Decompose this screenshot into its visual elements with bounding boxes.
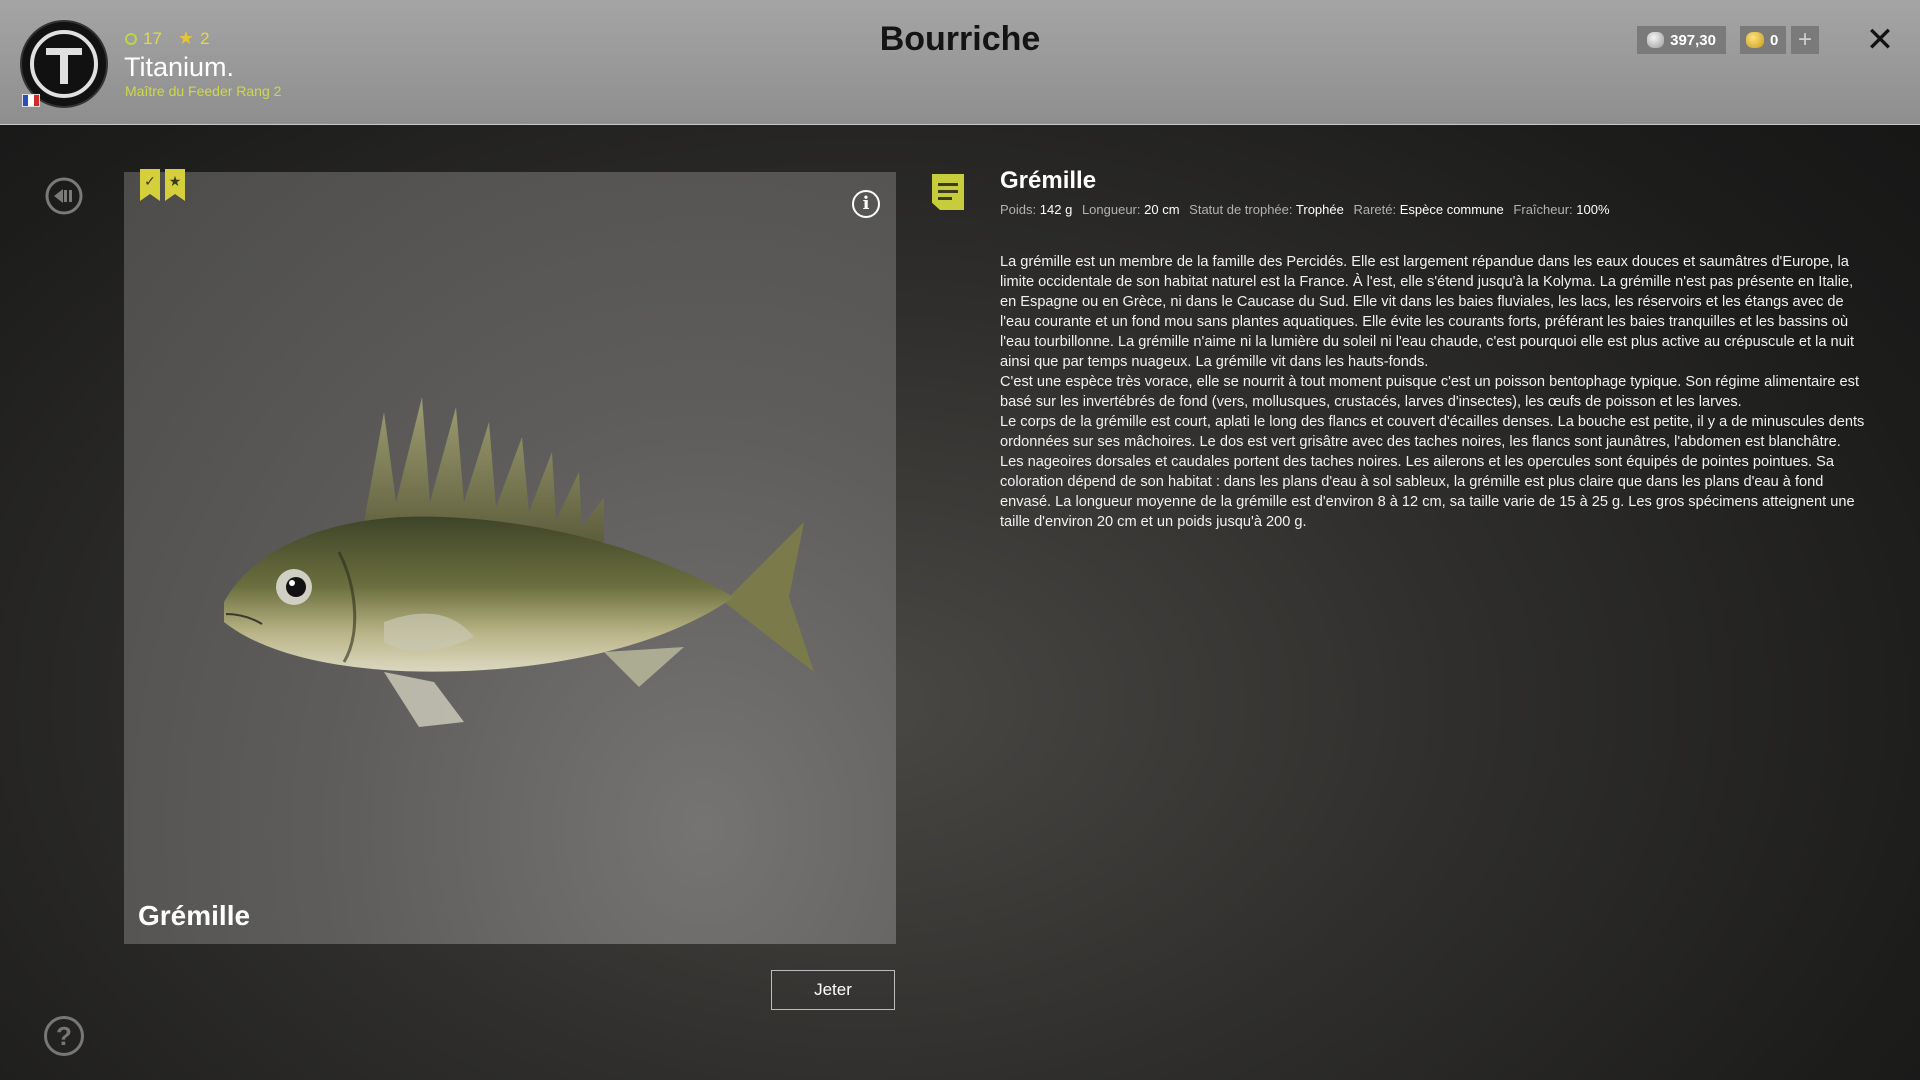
player-stars: 2 [200, 28, 210, 48]
silver-balance: 397,30 [1637, 26, 1726, 54]
meta-trophy-label: Statut de trophée: [1189, 202, 1293, 217]
info-icon[interactable]: i [852, 190, 880, 218]
description-paragraph: Le corps de la grémille est court, aplat… [1000, 414, 1865, 530]
document-icon [932, 174, 964, 210]
fish-meta: Poids: 142 g Longueur: 20 cm Statut de t… [1000, 202, 1616, 217]
player-name: Titanium. [124, 52, 235, 82]
meta-length-value: 20 cm [1144, 202, 1180, 217]
description-paragraph: La grémille est un membre de la famille … [1000, 254, 1855, 370]
fish-image [224, 397, 814, 727]
back-button[interactable] [44, 176, 84, 216]
meta-weight-value: 142 g [1039, 202, 1073, 217]
meta-freshness-label: Fraîcheur: [1513, 202, 1573, 217]
add-funds-button[interactable]: + [1791, 26, 1819, 54]
level-icon [125, 32, 137, 45]
close-icon[interactable]: ✕ [1862, 22, 1898, 58]
check-badge-icon: ✓ [140, 169, 160, 201]
silver-amount: 397,30 [1670, 31, 1716, 49]
silver-coin-icon [1647, 32, 1665, 48]
meta-rarity-value: Espèce commune [1399, 202, 1504, 217]
meta-rarity-label: Rareté: [1353, 202, 1397, 217]
star-badge-icon: ★ [165, 169, 185, 201]
fish-card-name: Grémille [138, 900, 251, 931]
meta-length-label: Longueur: [1081, 202, 1141, 217]
page-title: Bourriche [879, 20, 1041, 58]
player-stats: 17 ★ 2 [125, 28, 210, 49]
top-bar: 17 ★ 2 Titanium. Maître du Feeder Rang 2… [0, 0, 1920, 125]
meta-freshness-value: 100% [1576, 202, 1610, 217]
back-arrow-icon [45, 177, 83, 215]
meta-trophy-value: Trophée [1295, 202, 1344, 217]
player-level: 17 [143, 28, 162, 48]
fish-card: ✓ ★ i Grémille [124, 169, 896, 944]
player-rank: Maître du Feeder Rang 2 [125, 83, 282, 99]
star-icon: ★ [177, 28, 195, 48]
meta-weight-label: Poids: [1000, 202, 1037, 217]
help-button[interactable]: ? [44, 1016, 84, 1056]
country-flag-icon [22, 94, 40, 107]
discard-button[interactable]: Jeter [771, 970, 895, 1010]
fish-title: Grémille [1000, 167, 1097, 194]
description-paragraph: C'est une espèce très vorace, elle se no… [1000, 374, 1859, 410]
gold-coin-icon [1746, 32, 1764, 48]
gold-balance: 0 [1740, 26, 1786, 54]
gold-amount: 0 [1770, 31, 1779, 49]
fish-description: La grémille est un membre de la famille … [1000, 252, 1868, 532]
